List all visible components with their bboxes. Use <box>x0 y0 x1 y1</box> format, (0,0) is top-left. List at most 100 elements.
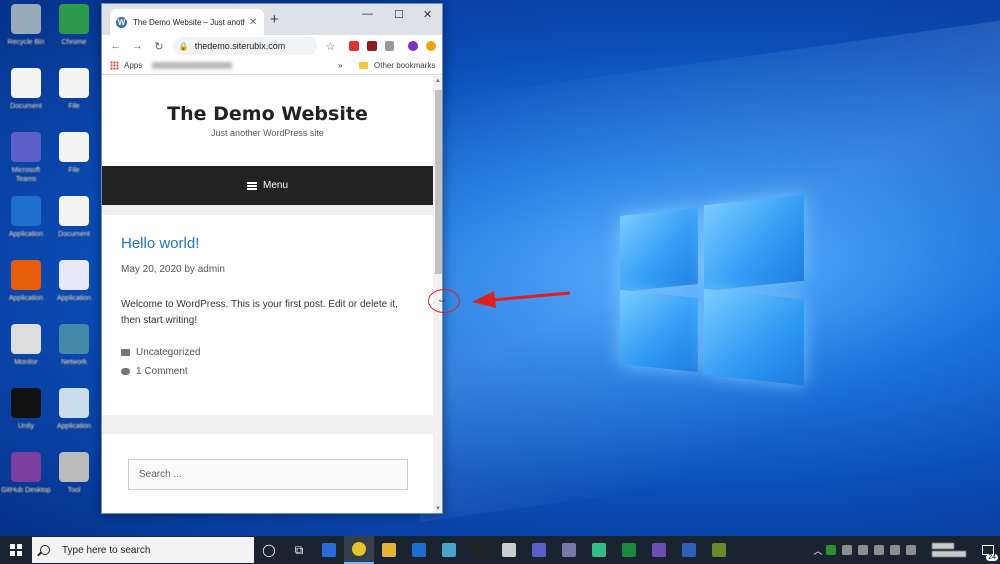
comment-icon <box>121 368 130 375</box>
cortana-icon[interactable]: ◯ <box>254 536 284 564</box>
app-icon <box>59 132 89 162</box>
network-icon[interactable] <box>858 545 868 555</box>
app-icon <box>11 68 41 98</box>
app-icon <box>59 324 89 354</box>
extension-icon[interactable] <box>349 41 359 51</box>
browser-tab[interactable]: W The Demo Website – Just another ✕ <box>110 9 264 35</box>
site-title[interactable]: The Demo Website <box>102 103 433 125</box>
address-bar[interactable]: 🔒 thedemo.siterubix.com <box>172 37 318 55</box>
taskbar-app-icon[interactable] <box>434 536 464 564</box>
desktop-icon-label: Application <box>56 295 92 302</box>
desktop-icon-label: Application <box>8 295 44 302</box>
extension-icon[interactable] <box>408 41 419 51</box>
notifications-button[interactable]: 24 <box>976 536 1000 564</box>
reload-button[interactable]: ↻ <box>151 40 167 53</box>
taskbar-search[interactable]: Type here to search <box>32 537 254 563</box>
chrome-window[interactable]: W The Demo Website – Just another ✕ + — … <box>101 3 443 514</box>
url-text: thedemo.siterubix.com <box>194 41 286 51</box>
blurred-bookmark[interactable] <box>152 62 233 69</box>
extension-icon[interactable] <box>426 41 436 51</box>
scroll-up-icon[interactable]: ▲ <box>435 78 441 84</box>
post-footer: Uncategorized 1 Comment <box>121 347 414 377</box>
tray-app-icon[interactable] <box>842 545 852 555</box>
volume-icon[interactable] <box>890 545 900 555</box>
desktop-icon[interactable]: Chrome <box>49 4 99 47</box>
desktop-icon[interactable]: Document <box>1 68 51 111</box>
comments-link[interactable]: 1 Comment <box>136 366 188 377</box>
new-tab-button[interactable]: + <box>270 11 279 28</box>
search-widget: Search ... <box>102 434 433 513</box>
taskbar-app-icon[interactable] <box>614 536 644 564</box>
desktop-icon[interactable]: File <box>49 132 99 175</box>
desktop-icon[interactable]: Document <box>49 196 99 239</box>
clock[interactable] <box>932 543 966 557</box>
taskbar-app-icon[interactable] <box>674 536 704 564</box>
taskbar-app-icon[interactable] <box>644 536 674 564</box>
folder-icon <box>121 349 130 356</box>
desktop-icon[interactable]: Application <box>1 260 51 303</box>
desktop-icon[interactable]: Monitor <box>1 324 51 367</box>
app-icon <box>11 132 41 162</box>
windows-start-icon <box>10 544 22 556</box>
tray-expand-icon[interactable]: ︿ <box>810 536 826 564</box>
desktop-icon[interactable]: Unity <box>1 388 51 431</box>
category-link[interactable]: Uncategorized <box>136 347 200 358</box>
bookmarks-bar: Apps » Other bookmarks <box>102 57 442 75</box>
desktop-icon[interactable]: Application <box>1 196 51 239</box>
taskbar-app-icon[interactable] <box>494 536 524 564</box>
menu-toggle[interactable]: Menu <box>102 166 433 205</box>
taskbar-app-icon[interactable] <box>374 536 404 564</box>
more-bookmarks-icon[interactable]: » <box>338 61 342 70</box>
desktop-icon[interactable]: Microsoft Teams <box>1 132 51 184</box>
tray-app-icon[interactable] <box>826 545 836 555</box>
desktop-icon[interactable]: Tool <box>49 452 99 495</box>
forward-button[interactable]: → <box>130 40 146 52</box>
resize-cursor-icon: ⇔ <box>437 295 447 306</box>
extension-icon[interactable] <box>366 41 377 51</box>
bookmark-star-icon[interactable]: ☆ <box>325 40 335 53</box>
minimize-button[interactable]: — <box>362 8 373 20</box>
taskbar-app-icon[interactable] <box>584 536 614 564</box>
app-icon <box>59 196 89 226</box>
desktop-icon-label: Recycle Bin <box>7 39 45 46</box>
desktop-icon[interactable]: File <box>49 68 99 111</box>
taskbar-app-icon[interactable] <box>404 536 434 564</box>
monitor-icon[interactable] <box>874 545 884 555</box>
apps-bookmark[interactable]: Apps <box>124 61 142 70</box>
desktop-icon[interactable]: Network <box>49 324 99 367</box>
close-window-button[interactable]: ✕ <box>423 8 432 21</box>
windows-logo <box>620 194 804 386</box>
taskbar-search-placeholder: Type here to search <box>62 544 151 556</box>
post-meta: May 20, 2020 by admin <box>121 264 225 275</box>
post-card: Hello world! May 20, 2020 by admin Welco… <box>102 215 433 415</box>
desktop-icon-label: Application <box>8 231 44 238</box>
hamburger-icon <box>246 181 257 190</box>
desktop-icon[interactable]: Recycle Bin <box>1 4 51 47</box>
taskbar-app-icon[interactable] <box>524 536 554 564</box>
desktop-icon[interactable]: Application <box>49 388 99 431</box>
other-bookmarks[interactable]: Other bookmarks <box>374 61 435 70</box>
desktop-icon[interactable]: GitHub Desktop <box>1 452 51 495</box>
back-button[interactable]: ← <box>108 40 124 52</box>
maximize-button[interactable]: ☐ <box>394 8 404 21</box>
taskbar-app-icon[interactable] <box>344 536 374 564</box>
app-icon <box>59 260 89 290</box>
taskbar-app-icon[interactable] <box>314 536 344 564</box>
taskbar-app-icon[interactable] <box>704 536 734 564</box>
system-tray: ︿ 24 <box>810 536 1000 564</box>
desktop-icon[interactable]: Application <box>49 260 99 303</box>
extension-icon[interactable] <box>384 41 395 51</box>
start-button[interactable] <box>0 536 32 564</box>
scroll-down-icon[interactable]: ▼ <box>435 506 441 512</box>
scroll-thumb[interactable] <box>435 90 442 274</box>
taskbar-app-icon[interactable] <box>464 536 494 564</box>
language-icon[interactable] <box>906 545 916 555</box>
task-view-icon[interactable]: ⧉ <box>284 536 314 564</box>
taskbar-app-icon[interactable] <box>554 536 584 564</box>
desktop-icon-label: File <box>68 167 80 174</box>
post-title[interactable]: Hello world! <box>121 235 414 252</box>
tab-close-icon[interactable]: ✕ <box>249 17 257 28</box>
tab-strip: W The Demo Website – Just another ✕ + — … <box>102 4 442 35</box>
app-icon <box>59 388 89 418</box>
site-search-input[interactable]: Search ... <box>128 459 408 490</box>
